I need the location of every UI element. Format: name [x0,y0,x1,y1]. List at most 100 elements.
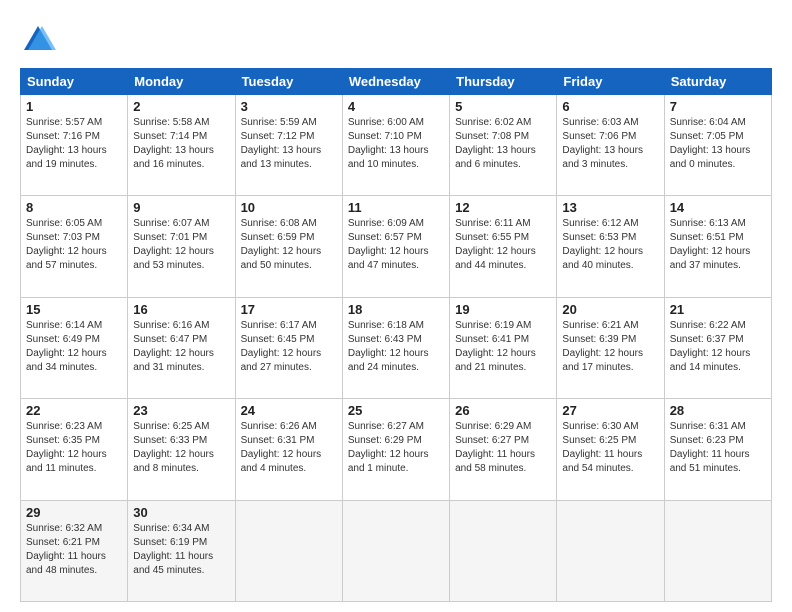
day-info: Sunrise: 6:17 AMSunset: 6:45 PMDaylight:… [241,320,322,373]
day-number: 6 [562,99,658,114]
top-section [20,18,772,58]
day-number: 10 [241,200,337,215]
day-number: 28 [670,403,766,418]
day-info: Sunrise: 6:31 AMSunset: 6:23 PMDaylight:… [670,421,750,474]
day-info: Sunrise: 6:11 AMSunset: 6:55 PMDaylight:… [455,218,536,271]
day-info: Sunrise: 6:27 AMSunset: 6:29 PMDaylight:… [348,421,429,474]
calendar-cell: 1 Sunrise: 5:57 AMSunset: 7:16 PMDaylight… [21,95,128,196]
day-info: Sunrise: 6:19 AMSunset: 6:41 PMDaylight:… [455,320,536,373]
calendar-cell: 23 Sunrise: 6:25 AMSunset: 6:33 PMDayligh… [128,399,235,500]
day-number: 14 [670,200,766,215]
logo-icon [20,22,56,58]
calendar-cell: 9 Sunrise: 6:07 AMSunset: 7:01 PMDaylight… [128,196,235,297]
calendar-cell: 15Sunrise: 6:14 AMSunset: 6:49 PMDayligh… [21,297,128,398]
calendar-week-2: 8 Sunrise: 6:05 AMSunset: 7:03 PMDaylight… [21,196,772,297]
day-info: Sunrise: 6:21 AMSunset: 6:39 PMDaylight:… [562,320,643,373]
day-info: Sunrise: 6:04 AMSunset: 7:05 PMDaylight:… [670,117,751,170]
day-info: Sunrise: 6:29 AMSunset: 6:27 PMDaylight:… [455,421,535,474]
calendar-week-1: 1 Sunrise: 5:57 AMSunset: 7:16 PMDaylight… [21,95,772,196]
day-number: 27 [562,403,658,418]
day-info: Sunrise: 6:34 AMSunset: 6:19 PMDaylight:… [133,523,213,576]
day-info: Sunrise: 6:12 AMSunset: 6:53 PMDaylight:… [562,218,643,271]
calendar-cell: 5 Sunrise: 6:02 AMSunset: 7:08 PMDaylight… [450,95,557,196]
day-number: 17 [241,302,337,317]
calendar-week-3: 15Sunrise: 6:14 AMSunset: 6:49 PMDayligh… [21,297,772,398]
calendar-cell: 19Sunrise: 6:19 AMSunset: 6:41 PMDayligh… [450,297,557,398]
day-number: 4 [348,99,444,114]
day-number: 11 [348,200,444,215]
calendar-cell [235,500,342,601]
day-info: Sunrise: 6:09 AMSunset: 6:57 PMDaylight:… [348,218,429,271]
day-number: 7 [670,99,766,114]
calendar-cell [557,500,664,601]
day-info: Sunrise: 6:00 AMSunset: 7:10 PMDaylight:… [348,117,429,170]
calendar-cell: 26 Sunrise: 6:29 AMSunset: 6:27 PMDayligh… [450,399,557,500]
day-number: 12 [455,200,551,215]
day-info: Sunrise: 6:18 AMSunset: 6:43 PMDaylight:… [348,320,429,373]
day-info: Sunrise: 6:32 AMSunset: 6:21 PMDaylight:… [26,523,106,576]
weekday-header-friday: Friday [557,69,664,95]
day-number: 1 [26,99,122,114]
calendar-cell [664,500,771,601]
calendar-cell: 22 Sunrise: 6:23 AMSunset: 6:35 PMDayligh… [21,399,128,500]
calendar-cell: 29 Sunrise: 6:32 AMSunset: 6:21 PMDayligh… [21,500,128,601]
page: SundayMondayTuesdayWednesdayThursdayFrid… [0,0,792,612]
calendar-cell: 14 Sunrise: 6:13 AMSunset: 6:51 PMDayligh… [664,196,771,297]
weekday-header-tuesday: Tuesday [235,69,342,95]
day-info: Sunrise: 5:58 AMSunset: 7:14 PMDaylight:… [133,117,214,170]
calendar-week-4: 22 Sunrise: 6:23 AMSunset: 6:35 PMDayligh… [21,399,772,500]
calendar-cell: 12 Sunrise: 6:11 AMSunset: 6:55 PMDayligh… [450,196,557,297]
day-number: 24 [241,403,337,418]
day-number: 13 [562,200,658,215]
day-info: Sunrise: 6:26 AMSunset: 6:31 PMDaylight:… [241,421,322,474]
calendar-cell: 24 Sunrise: 6:26 AMSunset: 6:31 PMDayligh… [235,399,342,500]
day-number: 23 [133,403,229,418]
day-number: 18 [348,302,444,317]
calendar-cell: 13 Sunrise: 6:12 AMSunset: 6:53 PMDayligh… [557,196,664,297]
day-number: 2 [133,99,229,114]
calendar-cell: 11 Sunrise: 6:09 AMSunset: 6:57 PMDayligh… [342,196,449,297]
day-number: 9 [133,200,229,215]
calendar-header-row: SundayMondayTuesdayWednesdayThursdayFrid… [21,69,772,95]
day-info: Sunrise: 6:25 AMSunset: 6:33 PMDaylight:… [133,421,214,474]
day-number: 5 [455,99,551,114]
calendar-cell [342,500,449,601]
day-number: 30 [133,505,229,520]
calendar-cell: 7 Sunrise: 6:04 AMSunset: 7:05 PMDaylight… [664,95,771,196]
day-number: 29 [26,505,122,520]
weekday-header-sunday: Sunday [21,69,128,95]
day-number: 22 [26,403,122,418]
weekday-header-wednesday: Wednesday [342,69,449,95]
calendar-cell: 3Sunrise: 5:59 AMSunset: 7:12 PMDaylight… [235,95,342,196]
calendar-week-5: 29 Sunrise: 6:32 AMSunset: 6:21 PMDayligh… [21,500,772,601]
calendar-cell: 4 Sunrise: 6:00 AMSunset: 7:10 PMDaylight… [342,95,449,196]
day-number: 25 [348,403,444,418]
day-number: 26 [455,403,551,418]
day-info: Sunrise: 6:13 AMSunset: 6:51 PMDaylight:… [670,218,751,271]
calendar-cell: 6 Sunrise: 6:03 AMSunset: 7:06 PMDaylight… [557,95,664,196]
day-info: Sunrise: 6:23 AMSunset: 6:35 PMDaylight:… [26,421,107,474]
day-number: 8 [26,200,122,215]
day-info: Sunrise: 6:07 AMSunset: 7:01 PMDaylight:… [133,218,214,271]
weekday-header-thursday: Thursday [450,69,557,95]
day-number: 20 [562,302,658,317]
day-number: 3 [241,99,337,114]
day-info: Sunrise: 5:57 AMSunset: 7:16 PMDaylight:… [26,117,107,170]
day-number: 16 [133,302,229,317]
day-info: Sunrise: 6:02 AMSunset: 7:08 PMDaylight:… [455,117,536,170]
calendar-cell: 28 Sunrise: 6:31 AMSunset: 6:23 PMDayligh… [664,399,771,500]
calendar-cell: 20 Sunrise: 6:21 AMSunset: 6:39 PMDayligh… [557,297,664,398]
day-info: Sunrise: 6:03 AMSunset: 7:06 PMDaylight:… [562,117,643,170]
calendar-cell: 18 Sunrise: 6:18 AMSunset: 6:43 PMDayligh… [342,297,449,398]
logo [20,22,60,58]
calendar-cell: 16Sunrise: 6:16 AMSunset: 6:47 PMDayligh… [128,297,235,398]
day-info: Sunrise: 6:14 AMSunset: 6:49 PMDaylight:… [26,320,107,373]
calendar-cell: 25 Sunrise: 6:27 AMSunset: 6:29 PMDayligh… [342,399,449,500]
day-info: Sunrise: 6:05 AMSunset: 7:03 PMDaylight:… [26,218,107,271]
calendar-cell [450,500,557,601]
weekday-header-saturday: Saturday [664,69,771,95]
calendar-cell: 8 Sunrise: 6:05 AMSunset: 7:03 PMDaylight… [21,196,128,297]
day-info: Sunrise: 6:30 AMSunset: 6:25 PMDaylight:… [562,421,642,474]
calendar-table: SundayMondayTuesdayWednesdayThursdayFrid… [20,68,772,602]
calendar-cell: 21Sunrise: 6:22 AMSunset: 6:37 PMDayligh… [664,297,771,398]
